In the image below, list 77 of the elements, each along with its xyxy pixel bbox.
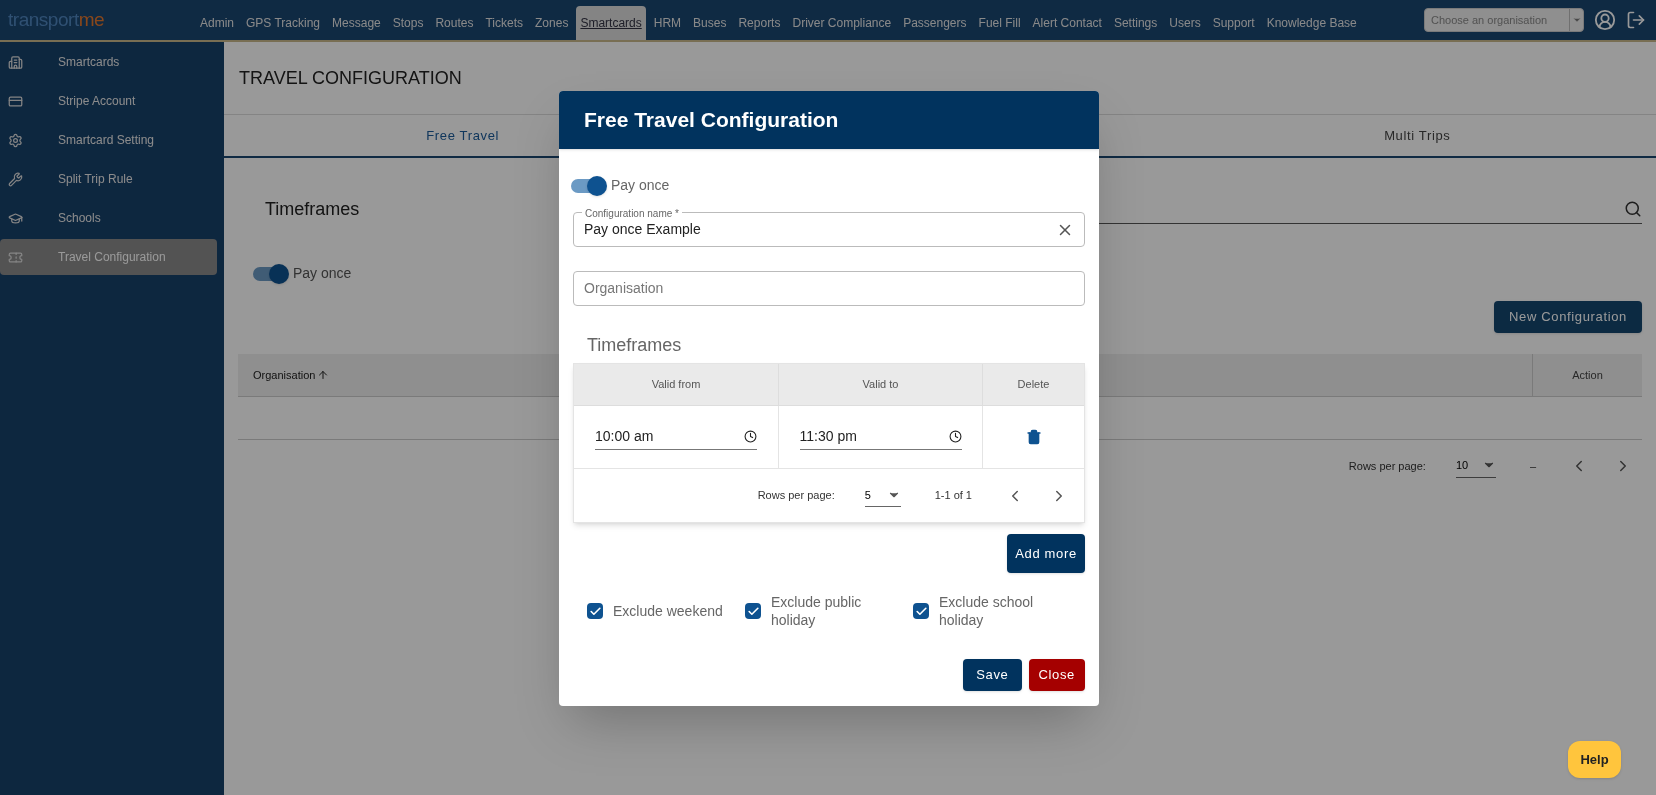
nav-tab[interactable]: Stops	[388, 6, 428, 40]
rows-per-page-select[interactable]: 5	[864, 483, 901, 508]
new-configuration-button[interactable]: New Configuration	[1494, 301, 1642, 333]
sidebar-item[interactable]: Split Trip Rule	[0, 161, 217, 197]
toggle-label: Pay once	[611, 176, 670, 195]
section-heading: Timeframes	[265, 197, 360, 221]
checkmark-icon	[746, 604, 760, 618]
column-header: Valid from	[650, 377, 702, 393]
checkbox[interactable]	[745, 603, 761, 619]
tools-icon	[8, 171, 23, 187]
checkmark-icon	[914, 604, 928, 618]
nav-tab[interactable]: Smartcards	[576, 6, 646, 40]
save-button[interactable]: Save	[963, 659, 1022, 691]
checkbox[interactable]	[587, 603, 603, 619]
close-button[interactable]: Close	[1028, 659, 1085, 691]
checkbox-label: Exclude weekend	[613, 602, 723, 620]
organisation-field[interactable]: Organisation	[573, 271, 1085, 306]
logout-icon[interactable]	[1626, 10, 1646, 30]
search-icon	[1624, 199, 1642, 218]
nav-tab[interactable]: Admin	[196, 6, 238, 40]
timeframes-heading: Timeframes	[587, 334, 683, 357]
page-title: TRAVEL CONFIGURATION	[239, 66, 462, 90]
dialog-title: Free Travel Configuration	[584, 107, 839, 134]
delete-icon[interactable]	[1025, 428, 1042, 446]
nav-tab[interactable]: HRM	[649, 6, 686, 40]
tab[interactable]: Multi Trips	[1178, 115, 1656, 156]
rows-per-page-select[interactable]: 10	[1455, 454, 1496, 478]
toggle-switch[interactable]	[571, 175, 607, 196]
column-header: Delete	[982, 364, 1084, 405]
sidebar-item[interactable]: Smartcard Setting	[0, 122, 217, 158]
rows-per-page-label: Rows per page:	[1348, 458, 1426, 474]
column-header: Action	[1572, 367, 1603, 383]
toggle-switch[interactable]	[253, 263, 289, 284]
toggle-label: Pay once	[293, 264, 352, 283]
time-field[interactable]: 10:00 am	[595, 424, 757, 450]
checkbox-label: Exclude public holiday	[771, 593, 863, 629]
graduation-cap-icon	[8, 210, 23, 226]
nav-tab[interactable]: Passengers	[899, 6, 971, 40]
dropdown-caret-icon	[1571, 15, 1582, 25]
clock-icon	[948, 430, 962, 443]
nav-tab[interactable]: Support	[1208, 6, 1259, 40]
nav-tab[interactable]: Driver Compliance	[788, 6, 896, 40]
nav-tab[interactable]: Routes	[431, 6, 478, 40]
sidebar-item[interactable]: Schools	[0, 200, 217, 236]
rows-per-page-label: Rows per page:	[757, 488, 835, 504]
page-range: –	[1529, 458, 1536, 474]
nav-tab[interactable]: Alert Contact	[1028, 6, 1106, 40]
organisation-select[interactable]: Choose an organisation	[1424, 8, 1584, 32]
checkbox-label: Exclude school holiday	[939, 593, 1035, 629]
sidebar-item[interactable]: Smartcards	[0, 44, 217, 80]
nav-tab[interactable]: Fuel Fill	[974, 6, 1025, 40]
gear-icon	[8, 132, 23, 148]
checkmark-icon	[588, 604, 602, 618]
checkbox[interactable]	[913, 603, 929, 619]
nav-tab[interactable]: Message	[328, 6, 385, 40]
ticket-icon	[8, 249, 23, 265]
help-button[interactable]: Help	[1568, 741, 1621, 778]
building-icon	[8, 54, 23, 70]
nav-tab[interactable]: Knowledge Base	[1262, 6, 1361, 40]
page-range: 1-1 of 1	[934, 488, 972, 504]
column-header: Valid to	[778, 364, 982, 405]
column-header[interactable]: Organisation	[253, 366, 330, 384]
nav-tab[interactable]: Buses	[689, 6, 731, 40]
add-more-button[interactable]: Add more	[1007, 534, 1085, 573]
clock-icon	[744, 430, 757, 443]
nav-tab[interactable]: Settings	[1109, 6, 1162, 40]
sort-ascending-icon	[317, 369, 330, 381]
sidebar-item[interactable]: Stripe Account	[0, 83, 217, 119]
nav-tab[interactable]: Users	[1165, 6, 1205, 40]
account-icon[interactable]	[1594, 9, 1616, 31]
nav-tab[interactable]: GPS Tracking	[242, 6, 325, 40]
nav-tab[interactable]: Zones	[531, 6, 573, 40]
card-icon	[8, 93, 23, 109]
nav-tab[interactable]: Reports	[734, 6, 785, 40]
time-field[interactable]: 11:30 pm	[799, 424, 962, 450]
nav-tab[interactable]: Tickets	[481, 6, 528, 40]
sidebar-item[interactable]: Travel Configuration	[0, 239, 217, 275]
